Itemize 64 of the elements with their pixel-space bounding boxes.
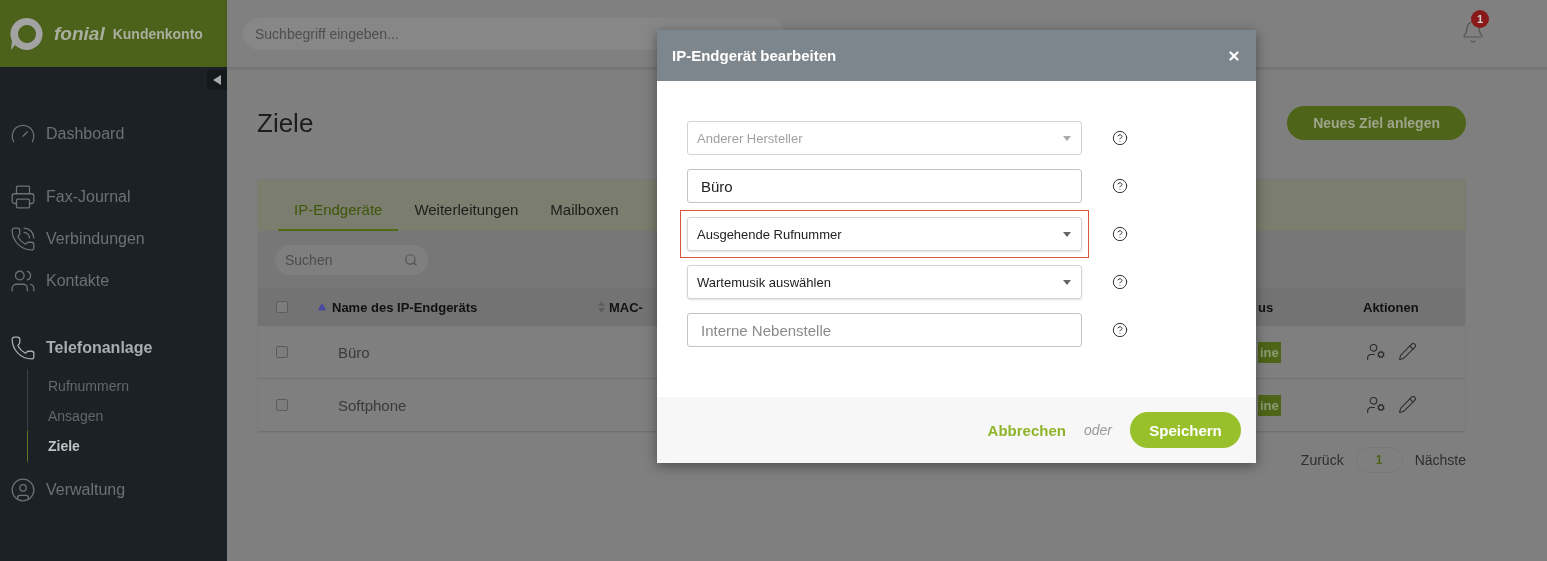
close-icon[interactable]: [1227, 48, 1241, 63]
edit-icon[interactable]: [1398, 395, 1417, 414]
next-link[interactable]: Nächste: [1414, 452, 1466, 468]
user-icon: [10, 477, 36, 503]
sidebar-label: Verwaltung: [46, 481, 126, 499]
edit-icon[interactable]: [1398, 342, 1417, 361]
select-all-checkbox[interactable]: [276, 301, 288, 313]
sidebar-subitem[interactable]: Ansagen: [27, 401, 227, 431]
printer-icon: [10, 184, 36, 210]
sidebar-item[interactable]: Verwaltung: [0, 469, 227, 511]
dialog-title: IP-Endgerät bearbeiten: [672, 47, 837, 64]
sidebar-label: Telefonanlage: [46, 339, 153, 357]
sort-ascending-icon: [318, 303, 326, 311]
previous-link[interactable]: Zurück: [1300, 452, 1344, 468]
collapse-button[interactable]: [207, 70, 227, 90]
sidebar-subitem[interactable]: Ziele: [27, 431, 227, 461]
text-field[interactable]: Büro: [687, 169, 1082, 203]
table-cell-text: Büro: [337, 343, 371, 361]
status-badge: ine: [1258, 342, 1281, 363]
sidebar-item[interactable]: Telefonanlage: [0, 327, 227, 369]
sidebar-subitem[interactable]: Rufnummern: [27, 371, 227, 401]
new-target-button[interactable]: Neues Ziel anlegen: [1287, 106, 1466, 140]
select-field[interactable]: Ausgehende Rufnummer: [687, 217, 1082, 251]
user-settings-icon[interactable]: [1366, 395, 1386, 415]
help-icon[interactable]: [1112, 130, 1128, 146]
tab[interactable]: Weiterleitungen: [398, 201, 535, 231]
separator-text: oder: [1083, 422, 1112, 438]
telephone-icon: [10, 335, 36, 361]
table-cell-text: Softphone: [337, 396, 408, 414]
status-badge: ine: [1258, 395, 1281, 416]
sidebar-label: Fax-Journal: [46, 188, 131, 206]
dropdown-caret-icon: [1063, 135, 1071, 141]
column-header: Name des IP-Endgeräts: [332, 299, 478, 315]
dropdown-caret-icon: [1063, 279, 1071, 285]
sidebar-label: Kontakte: [46, 272, 110, 290]
sidebar-item[interactable]: Fax-Journal: [0, 176, 227, 218]
page-title: Ziele: [257, 107, 314, 139]
sidebar-label: Dashboard: [46, 125, 125, 143]
product-name: Kundenkonto: [112, 25, 203, 42]
sidebar-item[interactable]: Dashboard: [0, 113, 227, 155]
help-icon[interactable]: [1112, 178, 1128, 194]
column-header: us: [1258, 299, 1274, 315]
search-icon: [404, 252, 418, 267]
save-button[interactable]: Speichern: [1130, 412, 1241, 448]
contacts-icon: [10, 268, 36, 294]
cancel-link[interactable]: Abbrechen: [987, 421, 1066, 439]
text-field[interactable]: Interne Nebenstelle: [687, 313, 1082, 347]
help-icon[interactable]: [1112, 274, 1128, 290]
collapse-icon: [213, 75, 221, 85]
tab[interactable]: Mailboxen: [534, 201, 635, 231]
notification-badge: 1: [1471, 9, 1489, 28]
row-checkbox[interactable]: [276, 346, 288, 358]
column-header: Aktionen: [1363, 299, 1419, 315]
sidebar-label: Verbindungen: [46, 230, 145, 248]
select-field[interactable]: Wartemusik auswählen: [687, 265, 1082, 299]
help-icon[interactable]: [1112, 226, 1128, 242]
phone-icon: [10, 226, 36, 252]
help-icon[interactable]: [1112, 322, 1128, 338]
row-checkbox[interactable]: [276, 399, 288, 411]
column-header: MAC-: [609, 299, 643, 315]
user-settings-icon[interactable]: [1366, 342, 1386, 362]
brand-name: fonial: [54, 22, 105, 45]
sidebar-item[interactable]: Verbindungen: [0, 218, 227, 260]
sidebar-item[interactable]: Kontakte: [0, 260, 227, 302]
